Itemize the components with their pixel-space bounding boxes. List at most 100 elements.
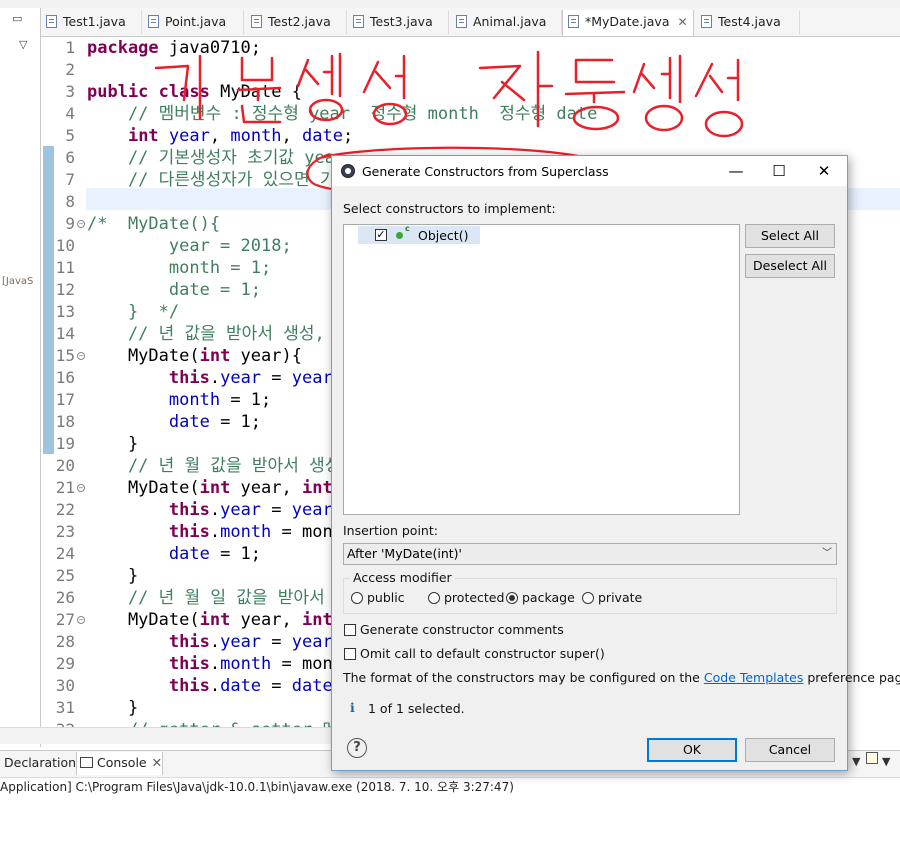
- tab-test4[interactable]: Test4.java: [696, 10, 800, 34]
- object-constructor-checkbox[interactable]: ✓: [375, 229, 387, 241]
- tab-point[interactable]: Point.java: [143, 10, 244, 34]
- java-file-icon: [456, 15, 467, 28]
- fold-toggle-icon[interactable]: −: [77, 616, 85, 624]
- change-marker-bar: [43, 146, 54, 454]
- view-menu-icon[interactable]: ▼: [852, 755, 860, 768]
- java-file-icon: [701, 15, 712, 28]
- dialog-titlebar[interactable]: Generate Constructors from Superclass — …: [332, 156, 847, 186]
- insertion-point-select[interactable]: After 'MyDate(int)' ﹀: [343, 543, 837, 565]
- tab-test1[interactable]: Test1.java: [41, 10, 142, 34]
- radio-protected-label: protected: [444, 590, 505, 605]
- close-icon[interactable]: ✕: [813, 161, 835, 181]
- generate-comments-label: Generate constructor comments: [360, 622, 564, 637]
- truncated-project-label[interactable]: [JavaS: [2, 276, 33, 287]
- console-icon: [80, 757, 93, 768]
- radio-private[interactable]: [582, 592, 594, 604]
- line-number: 23: [55, 522, 75, 541]
- code-text: this.month = mont: [168, 522, 343, 542]
- tab-declaration[interactable]: Declaration: [4, 755, 76, 770]
- generate-comments-checkbox[interactable]: [344, 624, 356, 636]
- code-text: // 기본생성자 초기값 yea: [87, 148, 335, 168]
- minimize-icon[interactable]: —: [725, 161, 747, 181]
- code-text: this.year = year;: [168, 368, 343, 388]
- omit-super-checkbox[interactable]: [344, 648, 356, 660]
- tab-label: Animal.java: [473, 14, 547, 29]
- dropdown-icon[interactable]: ▼: [882, 755, 890, 768]
- format-prefix: The format of the constructors may be co…: [343, 670, 700, 685]
- tab-label: *MyDate.java: [585, 14, 670, 29]
- java-file-icon: [46, 15, 57, 28]
- close-tab-icon[interactable]: ✕: [677, 10, 687, 34]
- code-templates-link[interactable]: Code Templates: [704, 670, 804, 685]
- java-file-icon: [148, 15, 159, 28]
- handwritten-annotation: [154, 50, 744, 138]
- list-item[interactable]: ✓ c Object(): [358, 224, 480, 244]
- line-number: 2: [65, 60, 75, 79]
- eclipse-icon: [341, 164, 355, 178]
- java-file-icon: [251, 15, 262, 28]
- tab-test2[interactable]: Test2.java: [246, 10, 347, 34]
- constructor-label: Object(): [418, 228, 469, 243]
- code-text: date = 1;: [168, 412, 262, 432]
- code-text: this.date = date;: [168, 676, 343, 696]
- radio-public[interactable]: [351, 592, 363, 604]
- radio-package-label: package: [522, 590, 575, 605]
- line-number: 5: [65, 126, 75, 145]
- tab-label: Test1.java: [63, 14, 126, 29]
- tab-mydate[interactable]: *MyDate.java ✕: [562, 10, 694, 36]
- fold-toggle-icon[interactable]: −: [77, 484, 85, 492]
- tab-label: Test2.java: [268, 14, 331, 29]
- java-file-icon: [353, 15, 364, 28]
- constructor-marker-icon: c: [405, 224, 410, 233]
- omit-super-label: Omit call to default constructor super(): [360, 646, 605, 661]
- line-number: 21: [55, 478, 75, 497]
- cancel-button[interactable]: Cancel: [745, 738, 835, 762]
- constructors-list[interactable]: ✓ c Object(): [343, 224, 740, 515]
- code-text: // 년 값을 받아서 생성, 월: [87, 324, 351, 344]
- fold-toggle-icon[interactable]: −: [77, 220, 85, 228]
- select-constructors-label: Select constructors to implement:: [343, 201, 556, 216]
- code-text: /* MyDate(){: [87, 214, 221, 234]
- deselect-all-button[interactable]: Deselect All: [745, 254, 835, 278]
- editor-tab-bar: Test1.java Point.java Test2.java Test3.j…: [41, 8, 900, 37]
- line-number: 3: [65, 82, 75, 101]
- generate-constructors-dialog: Generate Constructors from Superclass — …: [331, 155, 900, 771]
- radio-protected[interactable]: [428, 592, 440, 604]
- code-text: year = 2018;: [87, 236, 292, 256]
- line-number: 30: [55, 676, 75, 695]
- fold-toggle-icon[interactable]: −: [77, 352, 85, 360]
- tab-test3[interactable]: Test3.java: [348, 10, 449, 34]
- code-text: // 년 월 일 값을 받아서 생성: [87, 588, 367, 608]
- console-tab-label: Console: [97, 755, 147, 770]
- format-info-text: The format of the constructors may be co…: [343, 670, 900, 685]
- package-explorer-panel: ▭ ▽ [JavaS ‹ ›: [0, 8, 41, 748]
- dialog-title: Generate Constructors from Superclass: [362, 164, 609, 179]
- line-number: 31: [55, 698, 75, 717]
- radio-package[interactable]: [506, 592, 518, 604]
- close-console-icon[interactable]: ✕: [152, 755, 162, 770]
- tab-console[interactable]: Console ✕: [76, 752, 163, 775]
- code-text: month = 1;: [87, 258, 272, 278]
- code-text: }: [87, 698, 139, 718]
- line-number: 4: [65, 104, 75, 123]
- code-text: this.year = year;: [168, 500, 343, 520]
- tab-animal[interactable]: Animal.java: [451, 10, 562, 34]
- chevron-down-icon: ﹀: [822, 548, 832, 559]
- view-menu-icon[interactable]: ▽: [19, 38, 27, 51]
- open-console-icon[interactable]: [866, 752, 878, 764]
- code-text: MyDate(int year, int: [87, 478, 333, 498]
- editor-horizontal-scrollbar[interactable]: [0, 727, 336, 744]
- ok-button[interactable]: OK: [647, 738, 737, 762]
- format-suffix: preference page.: [807, 670, 900, 685]
- code-text: }: [87, 566, 139, 586]
- code-text: // 년 월 값을 받아서 생성,: [87, 456, 351, 476]
- help-icon[interactable]: ?: [347, 738, 367, 758]
- insertion-point-label: Insertion point:: [343, 523, 438, 538]
- radio-private-label: private: [598, 590, 643, 605]
- java-file-icon: [568, 15, 579, 28]
- maximize-icon[interactable]: ☐: [768, 161, 790, 181]
- line-number: 28: [55, 632, 75, 651]
- line-number: 20: [55, 456, 75, 475]
- minimize-view-icon[interactable]: ▭: [12, 12, 22, 25]
- select-all-button[interactable]: Select All: [745, 224, 835, 248]
